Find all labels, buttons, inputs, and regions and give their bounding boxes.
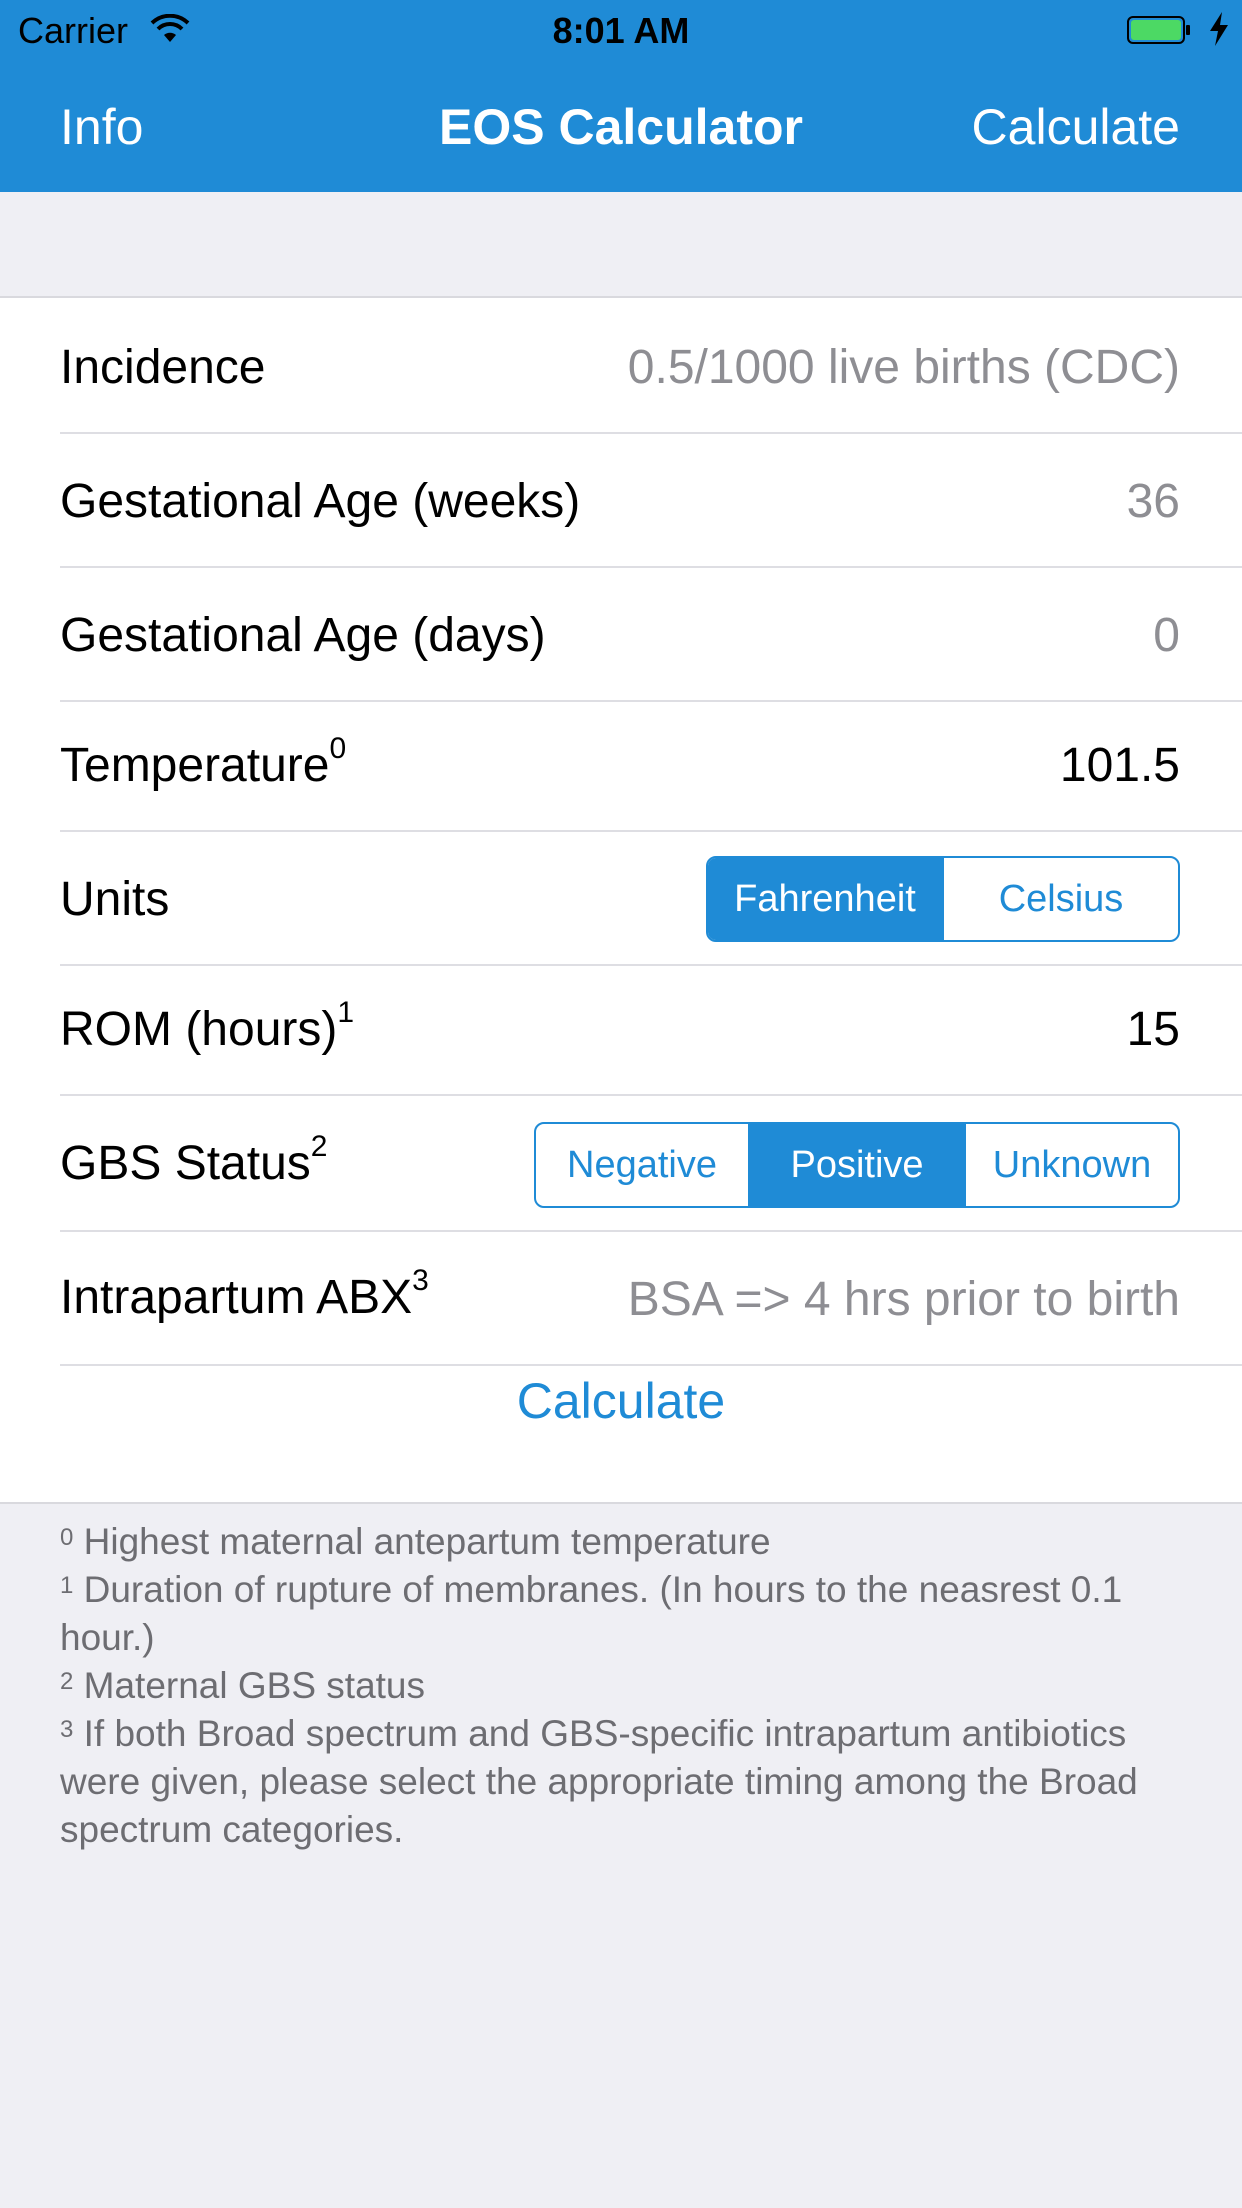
units-celsius-segment[interactable]: Celsius: [942, 858, 1178, 940]
gbs-status-label-text: GBS Status: [60, 1137, 311, 1190]
footnote-3-text: If both Broad spectrum and GBS-specific …: [60, 1713, 1138, 1850]
row-gestational-days[interactable]: Gestational Age (days) 0: [60, 568, 1242, 702]
footnote-0-text: Highest maternal antepartum temperature: [73, 1521, 771, 1562]
info-button[interactable]: Info: [60, 98, 143, 156]
gbs-unknown-segment[interactable]: Unknown: [964, 1124, 1178, 1206]
temperature-label: Temperature0: [60, 732, 346, 793]
footnote-3-mark: 3: [60, 1716, 74, 1743]
rom-label-text: ROM (hours): [60, 1003, 338, 1056]
intrapartum-abx-label-text: Intrapartum ABX: [60, 1271, 413, 1324]
footnote-mark: 2: [310, 1130, 328, 1163]
row-gestational-weeks[interactable]: Gestational Age (weeks) 36: [60, 434, 1242, 568]
footnote-0-mark: 0: [60, 1524, 74, 1551]
incidence-label: Incidence: [60, 341, 266, 394]
row-incidence[interactable]: Incidence 0.5/1000 live births (CDC): [60, 298, 1242, 434]
units-fahrenheit-segment[interactable]: Fahrenheit: [708, 858, 942, 940]
gbs-segmented-control[interactable]: Negative Positive Unknown: [534, 1122, 1180, 1208]
footnote-mark: 1: [337, 996, 355, 1029]
footnote-2: 2 Maternal GBS status: [60, 1662, 1190, 1710]
footnote-3: 3 If both Broad spectrum and GBS-specifi…: [60, 1710, 1190, 1854]
intrapartum-abx-value[interactable]: BSA => 4 hrs prior to birth: [628, 1272, 1180, 1327]
incidence-value[interactable]: 0.5/1000 live births (CDC): [628, 340, 1180, 395]
footnote-1-text: Duration of rupture of membranes. (In ho…: [60, 1569, 1123, 1658]
gbs-positive-segment[interactable]: Positive: [748, 1124, 964, 1206]
row-temperature[interactable]: Temperature0 101.5: [60, 702, 1242, 832]
status-bar: Carrier 8:01 AM: [0, 0, 1242, 60]
footnote-2-text: Maternal GBS status: [73, 1665, 426, 1706]
footnote-0: 0 Highest maternal antepartum temperatur…: [60, 1518, 1190, 1566]
footnotes: 0 Highest maternal antepartum temperatur…: [60, 1518, 1190, 1854]
gestational-weeks-field[interactable]: 36: [1127, 474, 1180, 529]
gestational-days-label: Gestational Age (days): [60, 609, 546, 662]
charging-bolt-icon: [1210, 12, 1228, 46]
gestational-days-field[interactable]: 0: [1153, 608, 1180, 663]
footnote-1-mark: 1: [60, 1572, 74, 1599]
gbs-negative-segment[interactable]: Negative: [536, 1124, 748, 1206]
calculate-nav-button[interactable]: Calculate: [972, 98, 1180, 156]
row-rom[interactable]: ROM (hours)1 15: [60, 966, 1242, 1096]
status-time: 8:01 AM: [552, 10, 690, 51]
gbs-status-label: GBS Status2: [60, 1130, 327, 1191]
nav-title: EOS Calculator: [439, 99, 803, 155]
row-intrapartum-abx[interactable]: Intrapartum ABX3 BSA => 4 hrs prior to b…: [60, 1232, 1242, 1366]
navigation-bar: Carrier 8:01 AM Info EOS Calculator Calc…: [0, 0, 1242, 192]
row-gbs-status: GBS Status2 Negative Positive Unknown: [60, 1096, 1242, 1232]
gestational-weeks-label: Gestational Age (weeks): [60, 475, 581, 528]
rom-field[interactable]: 15: [1127, 1002, 1180, 1057]
footnote-mark: 3: [412, 1264, 429, 1297]
battery-icon: [1127, 16, 1190, 44]
footnote-mark: 0: [329, 732, 347, 765]
temperature-label-text: Temperature: [60, 739, 330, 792]
row-units: Units Fahrenheit Celsius: [60, 832, 1242, 966]
rom-label: ROM (hours)1: [60, 996, 354, 1057]
temperature-field[interactable]: 101.5: [1060, 738, 1180, 793]
calculate-button[interactable]: Calculate: [0, 1372, 1242, 1430]
footnote-2-mark: 2: [60, 1668, 74, 1695]
footnote-1: 1 Duration of rupture of membranes. (In …: [60, 1566, 1190, 1662]
calculator-form: Incidence 0.5/1000 live births (CDC) Ges…: [0, 296, 1242, 1504]
intrapartum-abx-label: Intrapartum ABX3: [60, 1264, 429, 1325]
units-segmented-control[interactable]: Fahrenheit Celsius: [706, 856, 1180, 942]
units-label: Units: [60, 873, 170, 926]
